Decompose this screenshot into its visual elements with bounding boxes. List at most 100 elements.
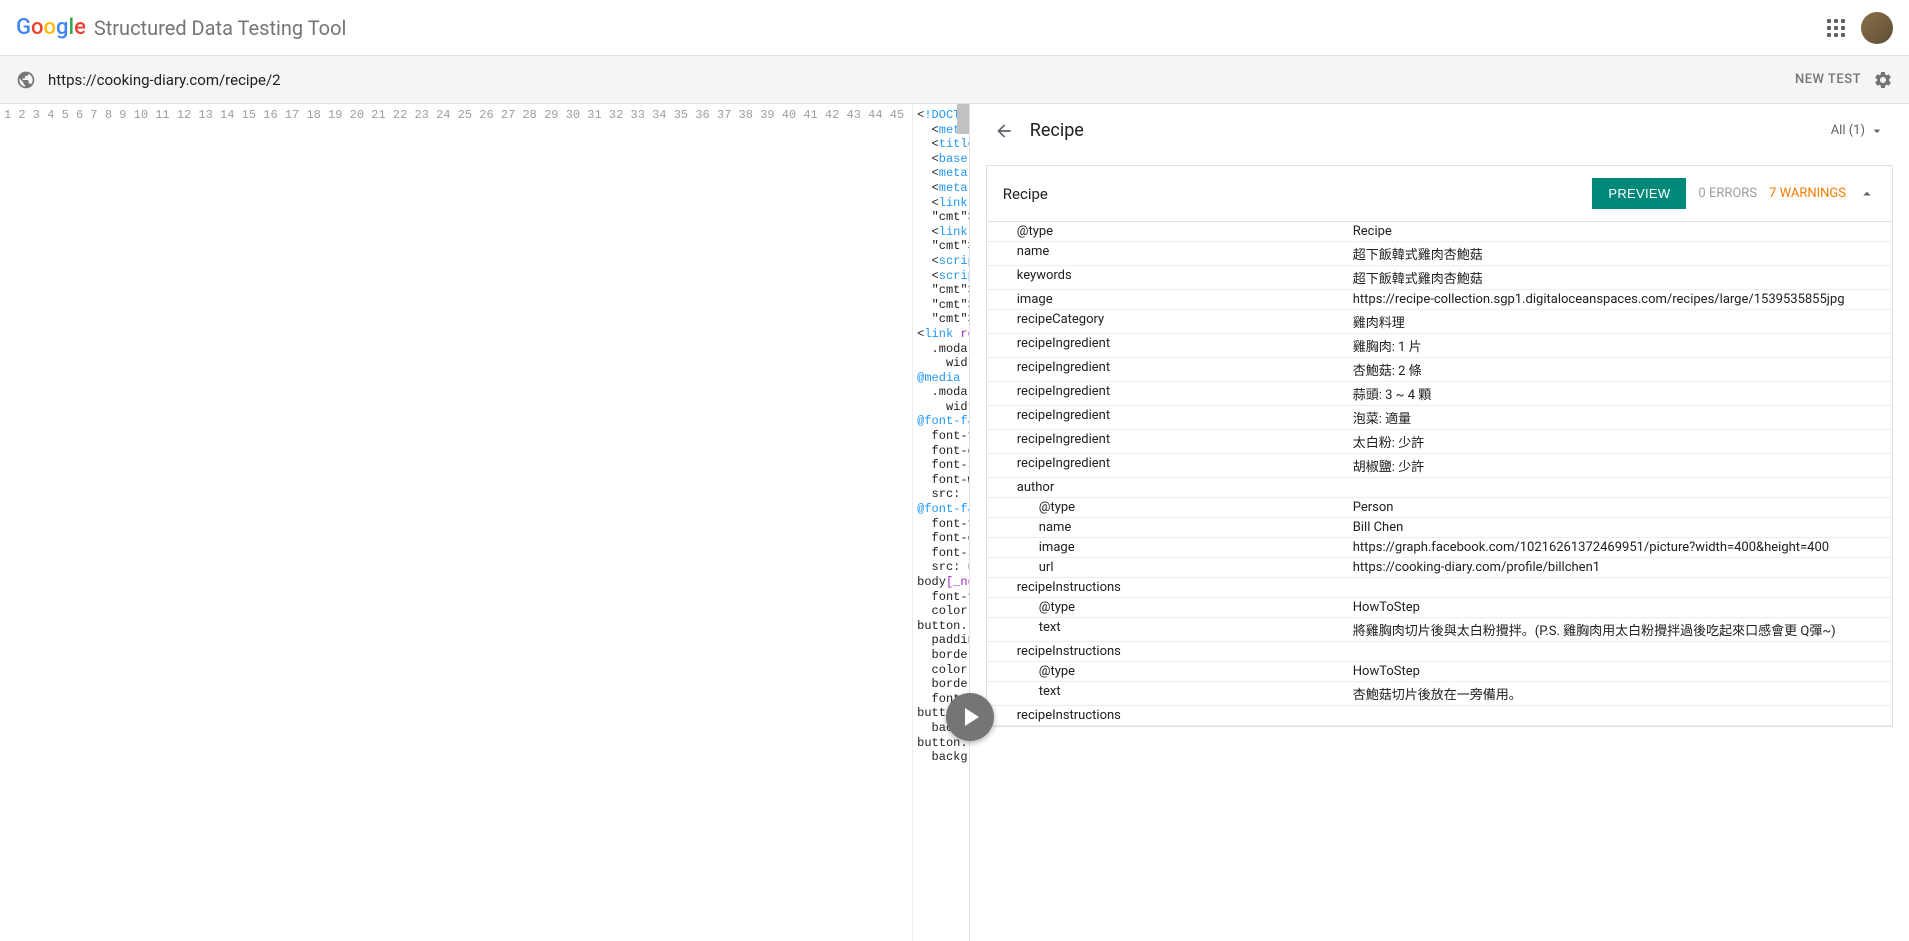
property-row[interactable]: recipeIngredient蒜頭: 3 ~ 4 顆	[987, 382, 1892, 406]
app-header: Google Structured Data Testing Tool	[0, 0, 1909, 56]
property-value: 蒜頭: 3 ~ 4 顆	[1345, 382, 1892, 405]
property-key: recipeInstructions	[987, 642, 1345, 661]
play-icon	[965, 708, 979, 726]
property-value: 太白粉: 少許	[1345, 430, 1892, 453]
property-table: @typeRecipename超下飯韓式雞肉杏鮑菇keywords超下飯韓式雞肉…	[987, 222, 1892, 726]
property-value: 泡菜: 適量	[1345, 406, 1892, 429]
property-key: recipeIngredient	[987, 430, 1345, 453]
logo-area: Google Structured Data Testing Tool	[16, 15, 346, 40]
property-value	[1345, 478, 1892, 497]
results-title: Recipe	[1030, 120, 1084, 141]
property-key: @type	[987, 662, 1345, 681]
gear-icon[interactable]	[1873, 70, 1893, 90]
results-header: Recipe All (1)	[970, 104, 1909, 157]
globe-icon	[16, 70, 36, 90]
new-test-button[interactable]: NEW TEST	[1795, 72, 1861, 87]
property-row[interactable]: recipeIngredient胡椒鹽: 少許	[987, 454, 1892, 478]
filter-label: All (1)	[1831, 123, 1865, 138]
property-key: image	[987, 538, 1345, 557]
chevron-down-icon	[1869, 123, 1885, 139]
property-row[interactable]: keywords超下飯韓式雞肉杏鮑菇	[987, 266, 1892, 290]
property-key: url	[987, 558, 1345, 577]
property-key: recipeIngredient	[987, 334, 1345, 357]
property-value: 胡椒鹽: 少許	[1345, 454, 1892, 477]
property-row[interactable]: imagehttps://recipe-collection.sgp1.digi…	[987, 290, 1892, 310]
property-value: 將雞胸肉切片後與太白粉攪拌。(P.S. 雞胸肉用太白粉攪拌過後吃起來口感會更 Q…	[1345, 618, 1892, 641]
apps-icon[interactable]	[1827, 19, 1845, 37]
property-value: HowToStep	[1345, 662, 1892, 681]
line-gutter: 1 2 3 4 5 6 7 8 9 10 11 12 13 14 15 16 1…	[0, 104, 913, 941]
filter-dropdown[interactable]: All (1)	[1831, 123, 1885, 139]
property-key: recipeIngredient	[987, 406, 1345, 429]
property-row[interactable]: recipeInstructions	[987, 706, 1892, 726]
google-logo: Google	[16, 15, 86, 40]
property-key: name	[987, 518, 1345, 537]
property-row[interactable]: urlhttps://cooking-diary.com/profile/bil…	[987, 558, 1892, 578]
property-key: recipeInstructions	[987, 578, 1345, 597]
section-title: Recipe	[1003, 185, 1048, 203]
property-key: text	[987, 682, 1345, 705]
header-right	[1827, 12, 1893, 44]
property-row[interactable]: text杏鮑菇切片後放在一旁備用。	[987, 682, 1892, 706]
property-key: keywords	[987, 266, 1345, 289]
code-panel: 1 2 3 4 5 6 7 8 9 10 11 12 13 14 15 16 1…	[0, 104, 970, 941]
property-key: @type	[987, 498, 1345, 517]
property-key: name	[987, 242, 1345, 265]
property-row[interactable]: @typeHowToStep	[987, 662, 1892, 682]
property-row[interactable]: recipeIngredient泡菜: 適量	[987, 406, 1892, 430]
property-row[interactable]: recipeIngredient杏鮑菇: 2 條	[987, 358, 1892, 382]
results-panel: Recipe All (1) Recipe PREVIEW 0 ERRORS 7…	[970, 104, 1909, 941]
run-test-button[interactable]	[946, 693, 994, 741]
property-row[interactable]: text將雞胸肉切片後與太白粉攪拌。(P.S. 雞胸肉用太白粉攪拌過後吃起來口感…	[987, 618, 1892, 642]
chevron-up-icon[interactable]	[1858, 185, 1876, 203]
property-value: 超下飯韓式雞肉杏鮑菇	[1345, 242, 1892, 265]
scrollbar-thumb[interactable]	[957, 104, 969, 134]
property-value: 雞胸肉: 1 片	[1345, 334, 1892, 357]
back-arrow-icon[interactable]	[994, 121, 1014, 141]
property-value: Person	[1345, 498, 1892, 517]
property-row[interactable]: recipeCategory雞肉料理	[987, 310, 1892, 334]
property-key: recipeIngredient	[987, 358, 1345, 381]
property-row[interactable]: @typeRecipe	[987, 222, 1892, 242]
property-value: Recipe	[1345, 222, 1892, 241]
property-value: https://graph.facebook.com/1021626137246…	[1345, 538, 1892, 557]
property-key: image	[987, 290, 1345, 309]
property-row[interactable]: author	[987, 478, 1892, 498]
property-value: 杏鮑菇: 2 條	[1345, 358, 1892, 381]
property-value: https://recipe-collection.sgp1.digitaloc…	[1345, 290, 1892, 309]
section-header[interactable]: Recipe PREVIEW 0 ERRORS 7 WARNINGS	[987, 166, 1892, 222]
property-key: author	[987, 478, 1345, 497]
property-value: 雞肉料理	[1345, 310, 1892, 333]
recipe-section: Recipe PREVIEW 0 ERRORS 7 WARNINGS @type…	[986, 165, 1893, 727]
property-row[interactable]: recipeInstructions	[987, 578, 1892, 598]
property-row[interactable]: @typePerson	[987, 498, 1892, 518]
property-key: @type	[987, 598, 1345, 617]
property-value	[1345, 642, 1892, 661]
main-area: 1 2 3 4 5 6 7 8 9 10 11 12 13 14 15 16 1…	[0, 104, 1909, 941]
property-value: https://cooking-diary.com/profile/billch…	[1345, 558, 1892, 577]
property-key: @type	[987, 222, 1345, 241]
property-value: 杏鮑菇切片後放在一旁備用。	[1345, 682, 1892, 705]
property-value: 超下飯韓式雞肉杏鮑菇	[1345, 266, 1892, 289]
user-avatar[interactable]	[1861, 12, 1893, 44]
tool-name: Structured Data Testing Tool	[94, 16, 346, 40]
property-row[interactable]: @typeHowToStep	[987, 598, 1892, 618]
preview-button[interactable]: PREVIEW	[1592, 178, 1686, 209]
url-bar: https://cooking-diary.com/recipe/2 NEW T…	[0, 56, 1909, 104]
property-key: text	[987, 618, 1345, 641]
property-key: recipeIngredient	[987, 454, 1345, 477]
property-value: Bill Chen	[1345, 518, 1892, 537]
property-value: HowToStep	[1345, 598, 1892, 617]
tested-url: https://cooking-diary.com/recipe/2	[48, 71, 1783, 89]
property-row[interactable]: name超下飯韓式雞肉杏鮑菇	[987, 242, 1892, 266]
property-value	[1345, 706, 1892, 725]
source-code[interactable]: <!DOCTYPE html><html lang="en"><head> <m…	[913, 104, 969, 941]
property-row[interactable]: recipeIngredient太白粉: 少許	[987, 430, 1892, 454]
warnings-count: 7 WARNINGS	[1769, 186, 1846, 201]
property-key: recipeCategory	[987, 310, 1345, 333]
property-row[interactable]: imagehttps://graph.facebook.com/10216261…	[987, 538, 1892, 558]
property-row[interactable]: recipeInstructions	[987, 642, 1892, 662]
property-value	[1345, 578, 1892, 597]
property-row[interactable]: recipeIngredient雞胸肉: 1 片	[987, 334, 1892, 358]
property-row[interactable]: nameBill Chen	[987, 518, 1892, 538]
